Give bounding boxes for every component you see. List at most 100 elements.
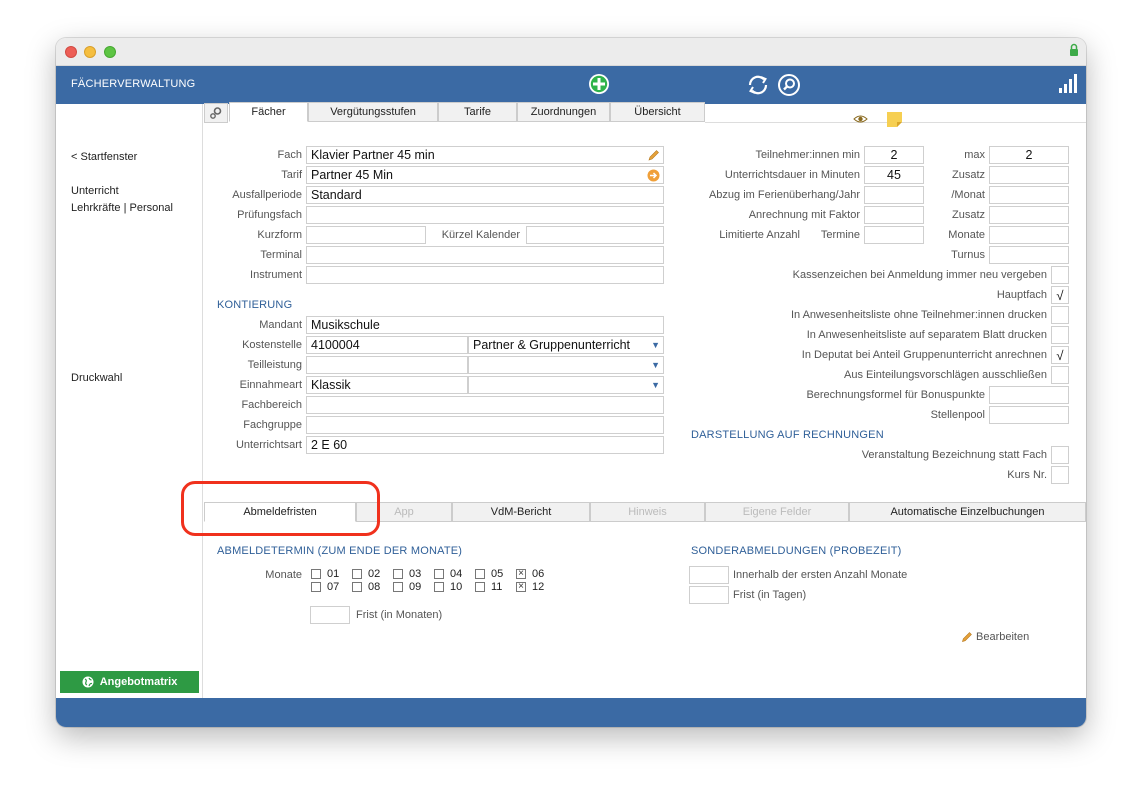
frist-monate-label: Frist (in Monaten) (356, 609, 443, 621)
hauptfach-checkbox[interactable]: √ (1051, 286, 1069, 304)
instrument-input[interactable] (306, 266, 664, 284)
pruefungsfach-input[interactable] (306, 206, 664, 224)
month-label-11: 11 (491, 581, 503, 593)
sidebar-link-lehrkraefte[interactable]: Lehrkräfte | Personal (71, 202, 173, 214)
einnahmeart-label: Einnahmeart (239, 379, 302, 391)
fach-input[interactable]: Klavier Partner 45 min (306, 146, 664, 164)
search-icon[interactable] (777, 73, 801, 97)
kostenstelle-select[interactable]: Partner & Gruppenunterricht ▼ (468, 336, 664, 354)
anwesenheit-separat-label: In Anwesenheitsliste auf separatem Blatt… (806, 329, 1047, 341)
kurzform-input[interactable] (306, 226, 426, 244)
month-label-09: 09 (409, 581, 422, 593)
sidebar-link-startfenster[interactable]: < Startfenster (71, 151, 137, 163)
einteilung-checkbox[interactable] (1051, 366, 1069, 384)
innerhalb-monate-input[interactable] (689, 566, 729, 584)
fachgruppe-label: Fachgruppe (243, 419, 302, 431)
kostenstelle-input[interactable]: 4100004 (306, 336, 468, 354)
bearbeiten-button[interactable]: Bearbeiten (961, 631, 1029, 643)
kuerzel-kalender-input[interactable] (526, 226, 664, 244)
pencil-icon[interactable] (647, 149, 660, 162)
mandant-input[interactable]: Musikschule (306, 316, 664, 334)
eye-icon[interactable] (853, 114, 868, 124)
month-label-02: 02 (368, 568, 381, 580)
month-checkbox-01[interactable] (311, 569, 321, 579)
frist-monate-input[interactable] (310, 606, 350, 624)
zusatz2-input[interactable] (989, 206, 1069, 224)
fachbereich-input[interactable] (306, 396, 664, 414)
title-bar (56, 38, 1086, 66)
teilleistung-select[interactable]: ▼ (468, 356, 664, 374)
month-checkbox-05[interactable] (475, 569, 485, 579)
stellenpool-input[interactable] (989, 406, 1069, 424)
signal-bars-icon (1059, 74, 1077, 93)
fachgruppe-input[interactable] (306, 416, 664, 434)
plus-circle-icon[interactable] (588, 73, 610, 95)
tab-tarife[interactable]: Tarife (438, 102, 517, 122)
termine-label: Termine (820, 229, 860, 241)
month-checkbox-09[interactable] (393, 582, 403, 592)
teilnehmer-min-input[interactable]: 2 (864, 146, 924, 164)
month-checkbox-03[interactable] (393, 569, 403, 579)
month-checkbox-07[interactable] (311, 582, 321, 592)
month-checkbox-08[interactable] (352, 582, 362, 592)
ausfallperiode-input[interactable]: Standard (306, 186, 664, 204)
app-header: FÄCHERVERWALTUNG (56, 66, 1086, 104)
kostenstelle-label: Kostenstelle (242, 339, 302, 351)
monat-label: /Monat (951, 189, 985, 201)
lock-icon (1070, 43, 1078, 56)
tab-uebersicht[interactable]: Übersicht (610, 102, 705, 122)
month-checkbox-11[interactable] (475, 582, 485, 592)
monate-input[interactable] (989, 226, 1069, 244)
tab-verguetungsstufen[interactable]: Vergütungsstufen (308, 102, 438, 122)
bonus-input[interactable] (989, 386, 1069, 404)
month-checkbox-04[interactable] (434, 569, 444, 579)
arrow-right-circle-icon[interactable] (647, 169, 660, 182)
anrechnung-input[interactable] (864, 206, 924, 224)
einnahmeart-select[interactable]: ▼ (468, 376, 664, 394)
month-checkbox-12[interactable]: × (516, 582, 526, 592)
termine-input[interactable] (864, 226, 924, 244)
fachbereich-label: Fachbereich (241, 399, 302, 411)
dauer-input[interactable]: 45 (864, 166, 924, 184)
tarif-input[interactable]: Partner 45 Min (306, 166, 664, 184)
kassenzeichen-checkbox[interactable] (1051, 266, 1069, 284)
tab-automatische-einzelbuchungen[interactable]: Automatische Einzelbuchungen (849, 502, 1086, 522)
teilleistung-input[interactable] (306, 356, 468, 374)
abzug-input[interactable] (864, 186, 924, 204)
veranstaltung-checkbox[interactable] (1051, 446, 1069, 464)
month-checkbox-10[interactable] (434, 582, 444, 592)
turnus-label: Turnus (951, 249, 985, 261)
note-icon[interactable] (886, 111, 903, 128)
terminal-input[interactable] (306, 246, 664, 264)
close-window-button[interactable] (65, 46, 77, 58)
frist-tage-label: Frist (in Tagen) (733, 589, 807, 601)
minimize-window-button[interactable] (84, 46, 96, 58)
month-checkbox-06[interactable]: × (516, 569, 526, 579)
frist-tage-input[interactable] (689, 586, 729, 604)
tab-faecher[interactable]: Fächer (229, 102, 308, 122)
angebotmatrix-button[interactable]: Angebotmatrix (60, 671, 199, 693)
turnus-input[interactable] (989, 246, 1069, 264)
sidebar-link-druckwahl[interactable]: Druckwahl (71, 372, 122, 384)
kurs-nr-label: Kurs Nr. (1007, 469, 1047, 481)
tab-vdm-bericht[interactable]: VdM-Bericht (452, 502, 590, 522)
settings-tab[interactable] (204, 103, 228, 123)
monat-input[interactable] (989, 186, 1069, 204)
month-label-10: 10 (450, 581, 463, 593)
anwesenheit-ohne-checkbox[interactable] (1051, 306, 1069, 324)
unterrichtsart-input[interactable]: 2 E 60 (306, 436, 664, 454)
kurs-nr-checkbox[interactable] (1051, 466, 1069, 484)
tab-eigene-felder[interactable]: Eigene Felder (705, 502, 849, 522)
deputat-checkbox[interactable]: √ (1051, 346, 1069, 364)
anwesenheit-separat-checkbox[interactable] (1051, 326, 1069, 344)
sidebar-link-unterricht[interactable]: Unterricht (71, 185, 119, 197)
tarif-value: Partner 45 Min (311, 168, 393, 182)
zusatz-input[interactable] (989, 166, 1069, 184)
refresh-icon[interactable] (746, 73, 770, 97)
month-checkbox-02[interactable] (352, 569, 362, 579)
zoom-window-button[interactable] (104, 46, 116, 58)
tab-zuordnungen[interactable]: Zuordnungen (517, 102, 610, 122)
einnahmeart-input[interactable]: Klassik (306, 376, 468, 394)
tab-hinweis[interactable]: Hinweis (590, 502, 705, 522)
max-input[interactable]: 2 (989, 146, 1069, 164)
